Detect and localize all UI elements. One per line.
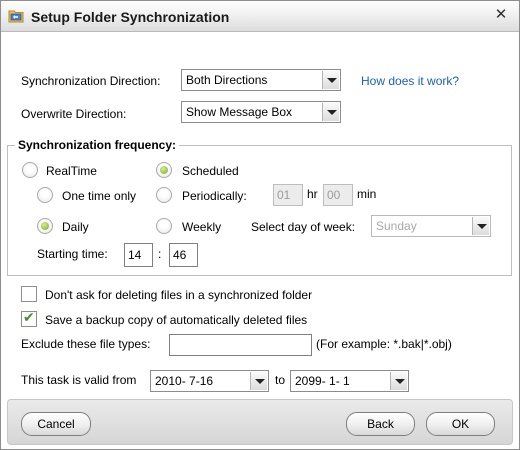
button-bar: Cancel Back OK bbox=[7, 399, 513, 445]
sync-direction-select[interactable]: Both Directions bbox=[181, 69, 341, 91]
chevron-down-icon[interactable] bbox=[250, 372, 267, 390]
period-hours-input[interactable] bbox=[273, 184, 303, 206]
setup-sync-dialog: Setup Folder Synchronization ✕ Synchroni… bbox=[0, 0, 520, 450]
folder-sync-icon bbox=[8, 8, 25, 24]
overwrite-direction-value: Show Message Box bbox=[186, 105, 293, 119]
weekly-radio[interactable] bbox=[156, 218, 172, 234]
valid-to-label: to bbox=[275, 373, 286, 387]
chevron-down-icon[interactable] bbox=[322, 103, 339, 121]
realtime-radio[interactable] bbox=[22, 162, 38, 178]
one-time-only-radio[interactable] bbox=[37, 187, 53, 203]
periodically-radio[interactable] bbox=[156, 187, 172, 203]
dont-ask-delete-checkbox[interactable] bbox=[21, 286, 37, 302]
day-of-week-select[interactable]: Sunday bbox=[371, 215, 491, 237]
minutes-unit-label: min bbox=[357, 187, 377, 201]
cancel-button[interactable]: Cancel bbox=[21, 412, 91, 436]
sync-direction-value: Both Directions bbox=[186, 73, 268, 87]
frequency-group-title: Synchronization frequency: bbox=[15, 138, 180, 152]
weekly-label: Weekly bbox=[182, 220, 222, 234]
chevron-down-icon[interactable] bbox=[472, 217, 489, 235]
starting-time-label: Starting time: bbox=[37, 247, 108, 261]
time-separator: : bbox=[158, 247, 162, 261]
valid-from-label: This task is valid from bbox=[21, 373, 137, 387]
back-button[interactable]: Back bbox=[346, 412, 415, 436]
one-time-only-label: One time only bbox=[62, 189, 137, 203]
exclude-types-input[interactable] bbox=[169, 334, 312, 356]
chevron-down-icon[interactable] bbox=[322, 71, 339, 89]
sync-direction-label: Synchronization Direction: bbox=[21, 74, 161, 88]
hours-unit-label: hr bbox=[307, 187, 318, 201]
valid-to-date-picker[interactable]: 2099- 1- 1 bbox=[290, 370, 409, 392]
scheduled-label: Scheduled bbox=[182, 164, 239, 178]
day-of-week-value: Sunday bbox=[376, 219, 417, 233]
exclude-types-label: Exclude these file types: bbox=[21, 337, 151, 351]
title-bar: Setup Folder Synchronization ✕ bbox=[1, 1, 519, 32]
overwrite-direction-label: Overwrite Direction: bbox=[21, 107, 127, 121]
dialog-title: Setup Folder Synchronization bbox=[31, 9, 230, 25]
valid-from-value: 2010- 7-16 bbox=[155, 374, 214, 388]
day-of-week-label: Select day of week: bbox=[251, 220, 356, 234]
realtime-label: RealTime bbox=[46, 164, 97, 178]
chevron-down-icon[interactable] bbox=[390, 372, 407, 390]
daily-label: Daily bbox=[62, 220, 89, 234]
valid-to-value: 2099- 1- 1 bbox=[295, 374, 350, 388]
dont-ask-delete-label: Don't ask for deleting files in a synchr… bbox=[45, 288, 313, 302]
valid-from-date-picker[interactable]: 2010- 7-16 bbox=[150, 370, 269, 392]
overwrite-direction-select[interactable]: Show Message Box bbox=[181, 101, 341, 123]
start-hour-input[interactable] bbox=[124, 243, 153, 267]
daily-radio[interactable] bbox=[37, 218, 53, 234]
start-minute-input[interactable] bbox=[169, 243, 198, 267]
close-icon[interactable]: ✕ bbox=[493, 7, 509, 23]
period-minutes-input[interactable] bbox=[323, 184, 353, 206]
backup-copy-label: Save a backup copy of automatically dele… bbox=[45, 313, 308, 327]
exclude-types-hint: (For example: *.bak|*.obj) bbox=[316, 337, 452, 351]
scheduled-radio[interactable] bbox=[156, 162, 172, 178]
ok-button[interactable]: OK bbox=[426, 412, 495, 436]
how-does-it-work-link[interactable]: How does it work? bbox=[361, 74, 459, 88]
backup-copy-checkbox[interactable] bbox=[21, 310, 37, 327]
periodically-label: Periodically: bbox=[182, 189, 247, 203]
